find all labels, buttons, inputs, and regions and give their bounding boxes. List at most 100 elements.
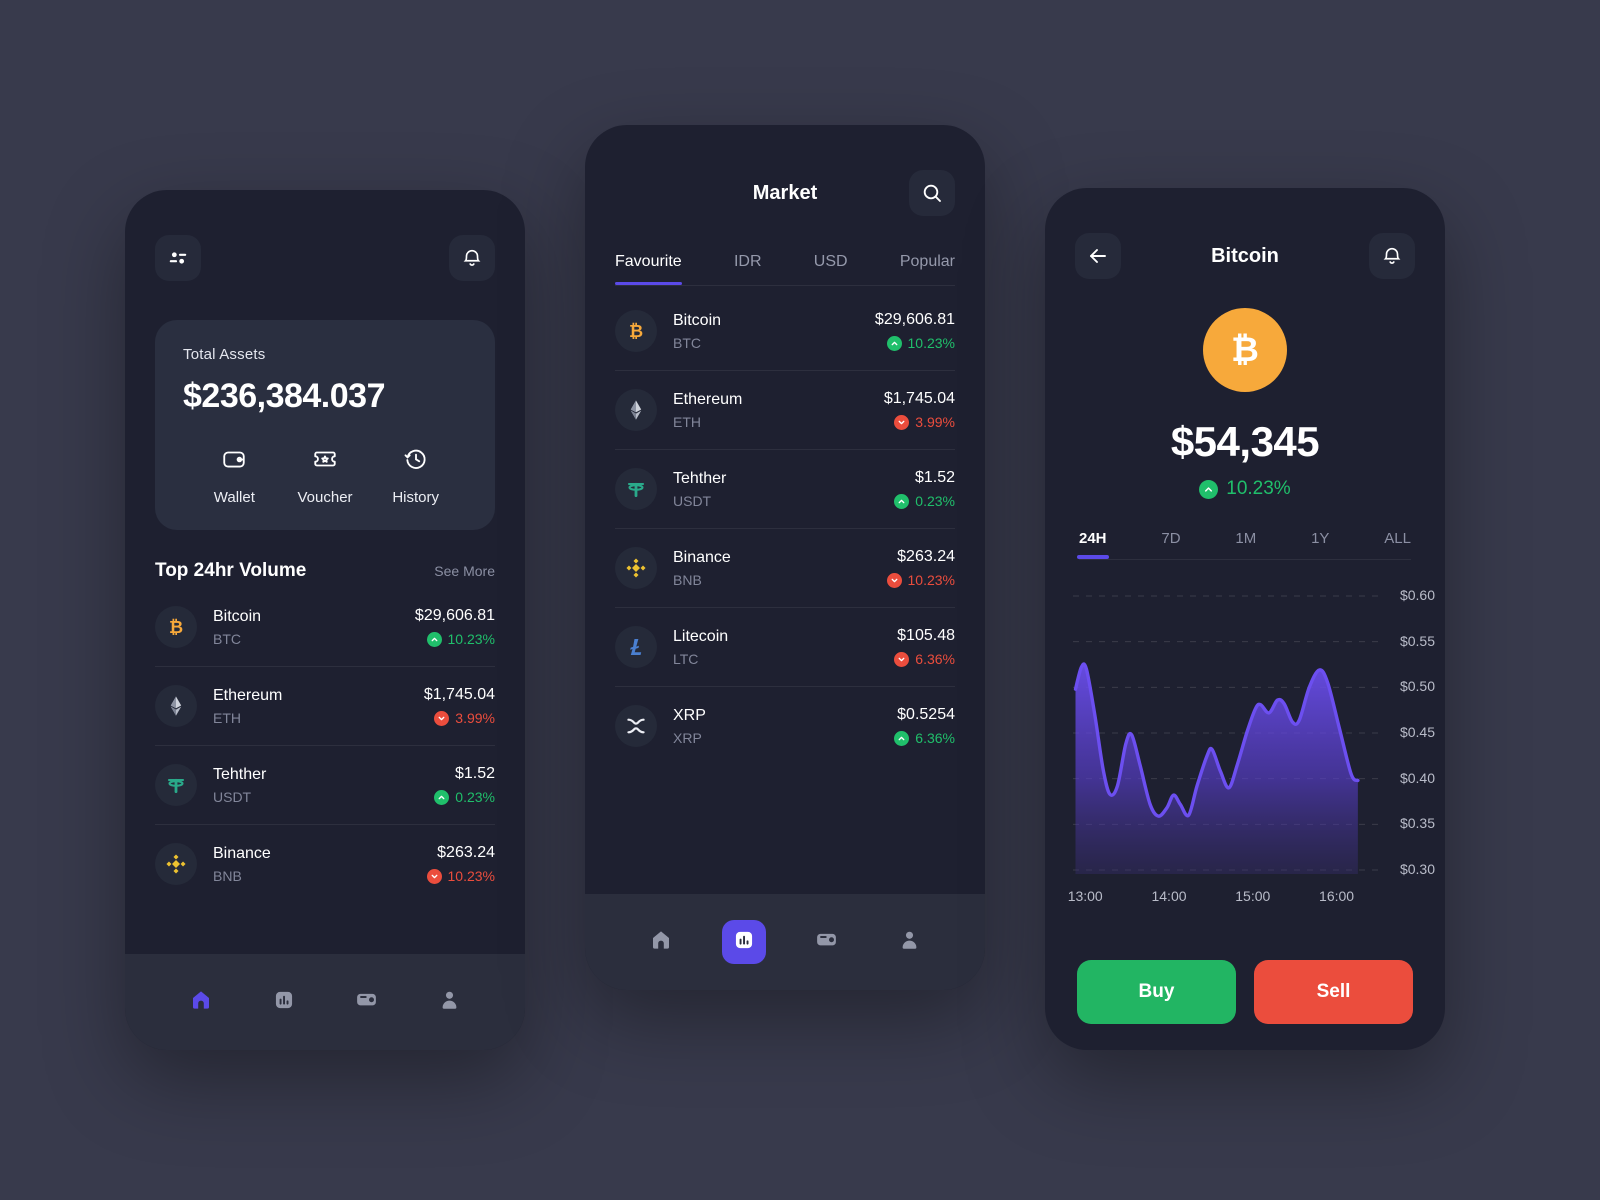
tether-icon: [155, 764, 197, 806]
see-more-link[interactable]: See More: [434, 563, 495, 579]
nav-item-wallet[interactable]: [805, 920, 849, 964]
bell-icon[interactable]: [1369, 233, 1415, 279]
home-topbar: [125, 222, 525, 294]
chevron-down-icon: [434, 710, 450, 726]
nav-item-home[interactable]: [179, 980, 223, 1024]
buy-button[interactable]: Buy: [1077, 960, 1236, 1024]
market-coin-list: ₿ Bitcoin BTC $29,606.81 10.23% Ethereum ETH $1…: [585, 286, 985, 765]
coin-metrics: $1,745.04 3.99%: [884, 390, 955, 430]
coin-row-btc[interactable]: ₿ Bitcoin BTC $29,606.81 10.23%: [155, 588, 495, 667]
coin-change-value: 0.23%: [915, 493, 955, 509]
detail-title: Bitcoin: [1211, 244, 1279, 267]
wallet-icon: [221, 446, 247, 477]
tether-icon: [615, 468, 657, 510]
coin-change: 10.23%: [875, 335, 955, 351]
chevron-down-icon: [894, 651, 910, 667]
market-tab-usd[interactable]: USD: [814, 253, 848, 285]
top-volume-header: Top 24hr Volume See More: [155, 560, 495, 582]
chevron-up-icon: [434, 789, 450, 805]
range-tab-24h[interactable]: 24H: [1077, 530, 1109, 559]
coin-change-value: 3.99%: [455, 710, 495, 726]
wallet-icon: [354, 987, 379, 1017]
range-tab-1y[interactable]: 1Y: [1311, 530, 1329, 559]
chevron-up-icon: [886, 335, 902, 351]
sliders-icon[interactable]: [155, 235, 201, 281]
ethereum-icon: [155, 685, 197, 727]
coin-identity: Bitcoin BTC: [213, 608, 415, 647]
market-tab-popular[interactable]: Popular: [900, 253, 955, 285]
nav-item-wallet[interactable]: [345, 980, 389, 1024]
quick-action-voucher[interactable]: Voucher: [280, 446, 371, 506]
coin-metrics: $29,606.81 10.23%: [875, 311, 955, 351]
chevron-down-icon: [886, 572, 902, 588]
range-tab-all[interactable]: ALL: [1384, 530, 1411, 559]
bell-icon[interactable]: [449, 235, 495, 281]
nav-item-profile[interactable]: [428, 980, 472, 1024]
nav-item-market[interactable]: [721, 920, 766, 964]
coin-identity: Ethereum ETH: [213, 687, 424, 726]
nav-item-profile[interactable]: [888, 920, 932, 964]
coin-row-eth[interactable]: Ethereum ETH $1,745.04 3.99%: [615, 371, 955, 450]
coin-name: XRP: [673, 706, 706, 724]
coin-row-ltc[interactable]: Litecoin LTC $105.48 6.36%: [615, 608, 955, 687]
coin-row-usdt[interactable]: Tehther USDT $1.52 0.23%: [615, 450, 955, 529]
phone-home-screen: Total Assets $236,384.037 Wallet Voucher…: [125, 190, 525, 1050]
ticket-icon: [312, 446, 338, 477]
market-tabs: Favourite IDR USD Popular: [585, 253, 985, 285]
bars-icon: [273, 989, 295, 1016]
coin-row-btc[interactable]: ₿ Bitcoin BTC $29,606.81 10.23%: [615, 292, 955, 371]
home-icon: [649, 928, 673, 957]
total-assets-card: Total Assets $236,384.037 Wallet Voucher…: [155, 320, 495, 530]
market-tab-idr[interactable]: IDR: [734, 253, 762, 285]
coin-ticker: USDT: [673, 492, 712, 509]
coin-metrics: $263.24 10.23%: [426, 844, 495, 884]
nav-item-market[interactable]: [262, 980, 306, 1024]
chart-x-tick: 15:00: [1235, 888, 1271, 904]
coin-price: $1,745.04: [883, 390, 955, 407]
coin-name: Bitcoin: [213, 607, 262, 625]
coin-name: Binance: [673, 548, 731, 566]
chart-y-tick: $0.30: [1399, 861, 1435, 877]
arrow-left-icon[interactable]: [1075, 233, 1121, 279]
coin-metrics: $1.52 0.23%: [434, 765, 495, 805]
list-fade-overlay: [125, 904, 525, 954]
coin-metrics: $1,745.04 3.99%: [424, 686, 495, 726]
chevron-up-icon: [894, 493, 910, 509]
coin-row-bnb[interactable]: Binance BNB $263.24 10.23%: [155, 825, 495, 903]
market-tab-favourite[interactable]: Favourite: [615, 253, 682, 285]
coin-change: 0.23%: [894, 493, 955, 509]
chart-x-tick: 13:00: [1067, 888, 1103, 904]
search-icon[interactable]: [909, 170, 955, 216]
coin-row-xrp[interactable]: XRP XRP $0.5254 6.36%: [615, 687, 955, 765]
coin-ticker: BNB: [213, 867, 242, 884]
coin-price: $1,745.04: [423, 686, 495, 703]
section-title: Top 24hr Volume: [155, 560, 307, 581]
binance-icon: [155, 843, 197, 885]
coin-ticker: ETH: [213, 709, 241, 726]
quick-action-history[interactable]: History: [370, 446, 461, 506]
coin-row-bnb[interactable]: Binance BNB $263.24 10.23%: [615, 529, 955, 608]
svg-text:₿: ₿: [169, 617, 183, 637]
coin-row-usdt[interactable]: Tehther USDT $1.52 0.23%: [155, 746, 495, 825]
coin-identity: Binance BNB: [673, 549, 887, 588]
market-topbar: Market: [585, 157, 985, 229]
range-tabs-divider: [1079, 559, 1411, 560]
coin-name: Tehther: [213, 765, 267, 783]
range-tab-7d[interactable]: 7D: [1161, 530, 1180, 559]
coin-change: 6.36%: [894, 730, 955, 746]
svg-text:₿: ₿: [629, 321, 643, 341]
quick-action-wallet[interactable]: Wallet: [189, 446, 280, 506]
coin-change-value: 10.23%: [1226, 478, 1291, 499]
coin-ticker: BNB: [673, 571, 702, 588]
chart-x-tick: 16:00: [1319, 888, 1355, 904]
coin-row-eth[interactable]: Ethereum ETH $1,745.04 3.99%: [155, 667, 495, 746]
chart-y-tick: $0.60: [1399, 587, 1435, 603]
sell-button[interactable]: Sell: [1254, 960, 1413, 1024]
range-tab-1m[interactable]: 1M: [1235, 530, 1256, 559]
nav-item-home[interactable]: [639, 920, 683, 964]
chart-y-tick: $0.40: [1399, 769, 1435, 786]
coin-change-value: 10.23%: [447, 868, 495, 884]
bitcoin-icon: ₿: [1203, 308, 1287, 392]
coin-change-value: 6.36%: [915, 651, 955, 667]
home-bottom-nav: [125, 954, 525, 1050]
